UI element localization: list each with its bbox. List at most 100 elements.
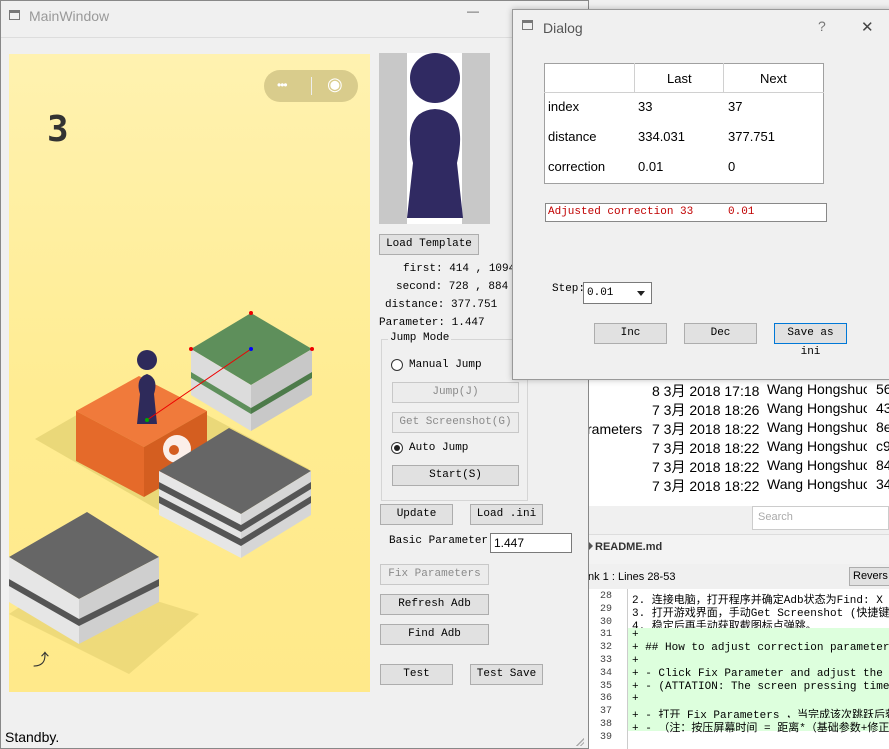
dialog-icon [522,20,533,30]
dec-button[interactable]: Dec [684,323,757,344]
commit-date[interactable]: 7 3月 2018 18:22 [652,419,759,439]
commit-date[interactable]: 8 3月 2018 17:18 [652,381,759,401]
commit-author[interactable]: Wang Hongshuo [767,476,867,492]
test-save-button[interactable]: Test Save [470,664,543,685]
fix-parameters-button[interactable]: Fix Parameters [380,564,489,585]
auto-jump-radio[interactable] [391,442,403,454]
main-window: MainWindow — 3 ••• ◉ ⤴ Load Template fir… [0,0,590,749]
inc-button[interactable]: Inc [594,323,667,344]
diff-line-number: 29 [599,603,612,615]
hunk-header: nk 1 : Lines 28-53 [588,571,676,583]
diff-line-text: + [632,693,639,706]
diff-line-number: 32 [599,642,612,654]
cell-distance-next: 377.751 [728,129,775,144]
header-next: Next [760,71,787,86]
close-icon[interactable]: ✕ [861,18,874,36]
step-value: 0.01 [587,287,614,299]
parameter-label: Parameter: 1.447 [379,317,485,329]
step-select[interactable]: 0.01 [583,282,652,304]
start-button[interactable]: Start(S) [392,465,519,486]
get-screenshot-button[interactable]: Get Screenshot(G) [392,412,519,433]
commit-author[interactable]: Wang Hongshuo [767,400,867,416]
diff-line-text: + [632,629,639,642]
window-separator [1,37,590,39]
manual-jump-label[interactable]: Manual Jump [409,359,482,371]
row-label-distance: distance [548,129,597,144]
reverse-button[interactable]: Revers [849,567,889,586]
diff-line-number: 37 [599,706,612,718]
diff-line-text: + - （注：按压屏幕时间 = 距离*（基础参数+修正参 [632,723,889,735]
commit-author[interactable]: Wang Hongshuo [767,457,867,473]
row-label-correction: correction [548,159,606,174]
player-piece [137,350,157,424]
record-icon[interactable]: ◉ [327,74,343,95]
jump-button[interactable]: Jump(J) [392,382,519,403]
commit-hash[interactable]: c9 [876,438,889,454]
adjusted-correction-label: Adjusted correction 33 [548,206,694,218]
test-button[interactable]: Test [380,664,453,685]
green-platform [191,313,312,431]
basic-parameter-input[interactable]: 1.447 [490,533,572,553]
jump-mode-title: Jump Mode [388,332,452,344]
commit-author[interactable]: Wang Hongshuo [767,419,867,435]
manual-jump-radio[interactable] [391,359,403,371]
diff-line-number: 36 [599,693,612,705]
adjusted-correction-value: 0.01 [728,206,755,218]
diff-line-number: 33 [599,655,612,666]
load-template-button[interactable]: Load Template [379,234,479,255]
commit-hash[interactable]: 56 [876,381,889,397]
diff-line-text: + [632,655,639,667]
cell-correction-last: 0.01 [638,159,664,174]
radio-dot [394,445,400,451]
chevron-down-icon [637,291,645,296]
load-ini-button[interactable]: Load .ini [470,504,543,525]
commit-date[interactable]: 7 3月 2018 18:22 [652,457,759,477]
step-label: Step: [552,283,586,295]
commit-hash[interactable]: 8e [876,419,889,435]
help-button[interactable]: ? [818,18,826,34]
auto-jump-label[interactable]: Auto Jump [409,442,468,454]
template-piece [407,53,463,224]
capsule-divider [311,77,312,95]
commit-hash[interactable]: 84 [876,457,889,473]
dialog-window: Dialog ? ✕ Last Next index 33 37 distanc… [512,9,889,380]
cell-correction-next: 0 [728,159,736,174]
cell-index-last: 33 [638,99,653,114]
refresh-adb-button[interactable]: Refresh Adb [380,594,489,615]
cell-index-next: 37 [728,99,743,114]
commit-date[interactable]: 7 3月 2018 18:22 [652,438,759,458]
commit-hash[interactable]: 43 [876,400,889,416]
find-adb-button[interactable]: Find Adb [380,624,489,645]
table-header-divider [544,92,824,93]
diff-line-number: 34 [599,667,612,679]
diff-line-number: 31 [599,629,612,641]
file-name: README.md [595,541,663,553]
save-as-ini-button[interactable]: Save as ini [774,323,847,358]
template-preview [379,53,490,224]
game-screen[interactable]: 3 ••• ◉ ⤴ [9,54,370,692]
diff-line-text: + - (ATTATION: The screen pressing time … [632,680,889,693]
side-fragment: rameters [587,421,643,437]
commit-date[interactable]: 7 3月 2018 18:22 [652,476,759,496]
app-icon [9,10,20,20]
dialog-title: Dialog [543,20,583,36]
update-button[interactable]: Update [380,504,453,525]
diff-line-number: 28 [599,591,612,602]
commit-author[interactable]: Wang Hongshuo [767,381,867,397]
share-icon[interactable]: ⤴ [33,646,49,670]
size-grip-icon[interactable] [575,737,584,746]
score: 3 [47,109,69,150]
more-icon[interactable]: ••• [277,78,288,92]
diff-line-number: 39 [599,731,612,743]
table-col-divider [723,63,724,93]
minimize-button[interactable]: — [467,4,479,18]
diff-line-number: 30 [599,616,612,628]
commit-hash[interactable]: 34 [876,476,889,492]
commit-author[interactable]: Wang Hongshuo [767,438,867,454]
status-bar: Standby. [5,729,60,745]
search-input[interactable]: Search [758,511,793,523]
diff-line-text: + - Click Fix Parameter and adjust the c… [632,667,889,680]
commit-date[interactable]: 7 3月 2018 18:26 [652,400,759,420]
row-label-index: index [548,99,580,114]
basic-parameter-label: Basic Parameter: [389,535,495,547]
